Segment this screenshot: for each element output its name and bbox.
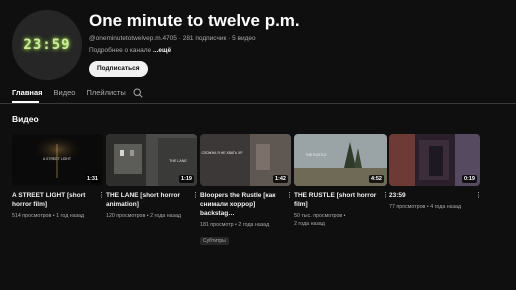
more-options-icon[interactable]: ⋮ (382, 191, 389, 199)
more-options-icon[interactable]: ⋮ (192, 191, 199, 199)
tab-home[interactable]: Главная (12, 88, 43, 97)
subtitles-badge: Субтитры (200, 237, 229, 245)
video-title[interactable]: Bloopers the Rustle [как снимали хоррор]… (200, 191, 284, 218)
video-thumbnail[interactable]: THE LANE 1:19 (106, 134, 197, 186)
video-stats: 120 просмотров • 2 года назад (106, 213, 181, 219)
thumb-caption: THE LANE (169, 159, 187, 163)
video-title[interactable]: 23:59 (389, 191, 473, 200)
avatar-clock-text: 23:59 (23, 37, 71, 53)
video-title[interactable]: A STREET LIGHT [short horror film] (12, 191, 96, 209)
subscribe-button[interactable]: Подписаться (89, 61, 148, 77)
more-options-icon[interactable]: ⋮ (475, 191, 482, 199)
video-thumbnail[interactable]: СЛОЖНА Я НЕ ХВАТЬ ХР 1:42 (200, 134, 291, 186)
section-title: Видео (12, 114, 39, 124)
channel-meta: @oneminutetotwelvep.m.4705 · 281 подписч… (89, 35, 256, 42)
channel-about-link[interactable]: Подробнее о канале ...ещё (89, 47, 171, 54)
video-title[interactable]: THE LANE [short horror animation] (106, 191, 190, 209)
more-options-icon[interactable]: ⋮ (286, 191, 293, 199)
video-views: 514 просмотров (12, 213, 52, 219)
video-card[interactable]: 0:19 23:59 77 просмотров • 4 года назад … (389, 134, 482, 211)
search-icon[interactable] (133, 88, 143, 98)
video-duration: 1:19 (178, 175, 194, 183)
video-card[interactable]: A STREET LIGHT 1:31 A STREET LIGHT [shor… (12, 134, 105, 220)
channel-name: One minute to twelve p.m. (89, 11, 300, 30)
channel-handle: @oneminutetotwelvep.m.4705 (89, 35, 177, 42)
video-card[interactable]: THE RUSTLE 4:52 THE RUSTLE [short horror… (294, 134, 389, 228)
video-stats: 514 просмотров • 1 год назад (12, 213, 85, 219)
video-stats: 50 тыс. просмотров • 2 года назад (294, 213, 346, 227)
thumb-caption: THE RUSTLE (305, 153, 327, 157)
tab-playlists[interactable]: Плейлисты (86, 88, 125, 97)
video-views: 181 просмотр (200, 222, 234, 228)
video-thumbnail[interactable]: 0:19 (389, 134, 480, 186)
video-views: 50 тыс. просмотров (294, 213, 343, 219)
channel-avatar[interactable]: 23:59 (12, 10, 82, 80)
video-views: 120 просмотров (106, 213, 146, 219)
video-duration: 0:19 (461, 175, 477, 183)
video-stats: 77 просмотров • 4 года назад (389, 204, 462, 210)
video-age: 2 года назад (238, 222, 270, 228)
video-duration: 4:52 (368, 175, 384, 183)
tab-videos[interactable]: Видео (54, 88, 76, 97)
video-age: 4 года назад (430, 204, 462, 210)
thumb-caption: A STREET LIGHT (43, 157, 72, 161)
about-prefix: Подробнее о канале (89, 47, 152, 54)
video-views: 77 просмотров (389, 204, 426, 210)
video-duration: 1:31 (84, 175, 100, 183)
more-options-icon[interactable]: ⋮ (98, 191, 105, 199)
tabs-divider (0, 103, 516, 104)
video-duration: 1:42 (272, 175, 288, 183)
thumb-caption: СЛОЖНА Я НЕ ХВАТЬ ХР (201, 151, 243, 155)
video-thumbnail[interactable]: A STREET LIGHT 1:31 (12, 134, 103, 186)
video-stats: 181 просмотр • 2 года назад (200, 222, 270, 228)
subscriber-count: 281 подписчик (182, 35, 227, 42)
video-age: 1 год назад (56, 213, 85, 219)
about-more: ...ещё (152, 47, 172, 54)
video-card[interactable]: THE LANE 1:19 THE LANE [short horror ani… (106, 134, 199, 220)
video-age: 2 года назад (150, 213, 181, 219)
video-thumbnail[interactable]: THE RUSTLE 4:52 (294, 134, 387, 186)
video-age: 2 года назад (294, 221, 325, 227)
video-card[interactable]: СЛОЖНА Я НЕ ХВАТЬ ХР 1:42 Bloopers the R… (200, 134, 293, 247)
video-title[interactable]: THE RUSTLE [short horror film] (294, 191, 378, 209)
video-count: 5 видео (232, 35, 256, 42)
